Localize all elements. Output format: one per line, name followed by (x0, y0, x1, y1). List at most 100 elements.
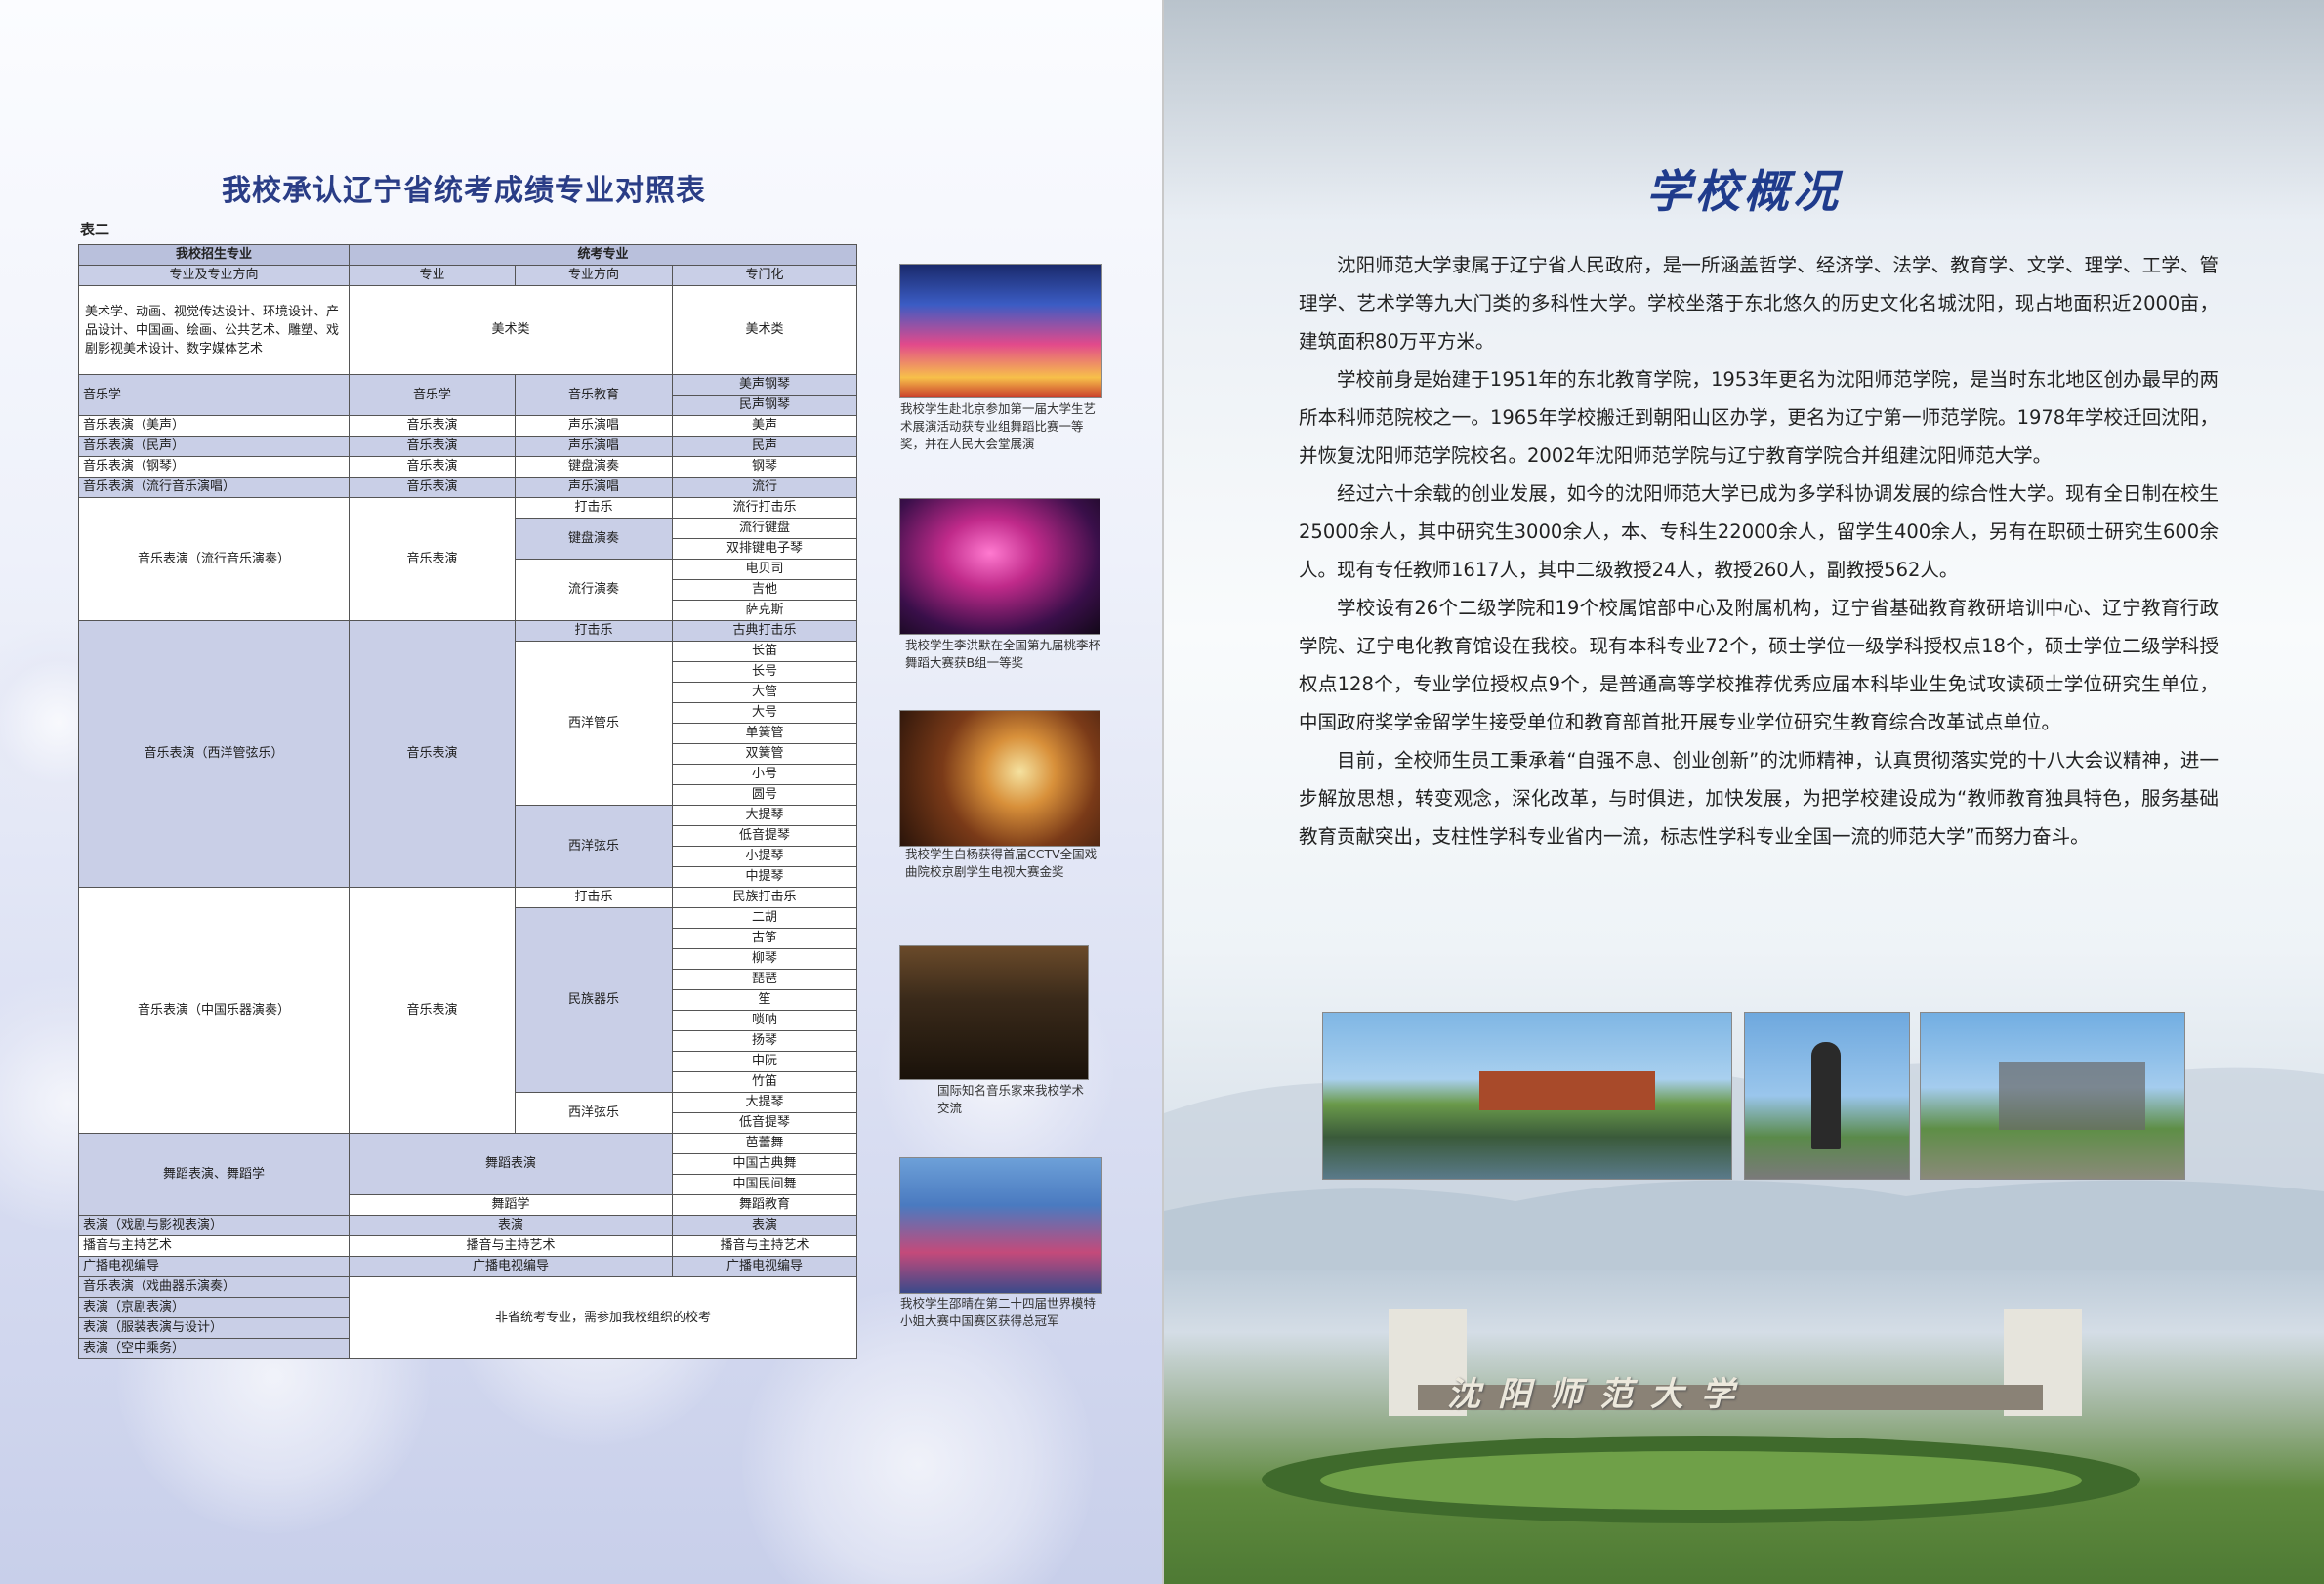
table-cell: 长号 (671, 661, 858, 683)
table-cell: 音乐表演 (349, 620, 516, 888)
table-cell: 双簧管 (671, 743, 858, 765)
table-cell: 长笛 (671, 641, 858, 662)
campus-gate-photo: 沈阳师范大学 (1164, 1270, 2324, 1584)
table-header-cell: 专业方向 (515, 265, 673, 286)
table-cell: 音乐表演 (349, 477, 516, 498)
intro-paragraph: 学校设有26个二级学院和19个校属馆部中心及附属机构，辽宁省基础教育教研培训中心… (1299, 597, 2219, 733)
table-cell: 播音与主持艺术 (349, 1235, 673, 1257)
table-cell: 民族器乐 (515, 907, 673, 1093)
dance-performance-photo (899, 498, 1100, 635)
table-cell: 流行打击乐 (671, 497, 858, 519)
table-cell: 单簧管 (671, 723, 858, 744)
table-cell: 表演（戏剧与影视表演） (78, 1215, 350, 1236)
table-cell: 美术学、动画、视觉传达设计、环境设计、产品设计、中国画、绘画、公共艺术、雕塑、戏… (78, 285, 350, 375)
table-cell: 西洋弦乐 (515, 805, 673, 888)
table-row: 舞蹈表演、舞蹈学 舞蹈表演 芭蕾舞 (78, 1133, 858, 1216)
table-cell: 中提琴 (671, 866, 858, 888)
table-cell: 古典打击乐 (671, 620, 858, 642)
photo-caption: 我校学生邵晴在第二十四届世界模特小姐大赛中国赛区获得总冠军 (900, 1296, 1097, 1328)
table-cell: 小号 (671, 764, 858, 785)
table-cell: 音乐表演（中国乐器演奏） (78, 887, 350, 1134)
model-contest-photo (899, 1157, 1102, 1294)
table-cell: 吉他 (671, 579, 858, 601)
left-page: 我校承认辽宁省统考成绩专业对照表 表二 我校招生专业 统考专业 专业及专业方向 … (0, 0, 1162, 1584)
table-cell: 表演（服装表演与设计） (78, 1317, 350, 1339)
intro-paragraph: 沈阳师范大学隶属于辽宁省人民政府，是一所涵盖哲学、经济学、法学、教育学、文学、理… (1299, 254, 2219, 353)
table-row: 音乐表演（美声） 音乐表演 声乐演唱 美声 (78, 415, 858, 437)
page-title: 学校概况 (1646, 165, 1842, 218)
table-row: 播音与主持艺术 播音与主持艺术 播音与主持艺术 (78, 1235, 858, 1257)
table-cell: 表演（京剧表演） (78, 1297, 350, 1318)
table-cell: 舞蹈表演 (349, 1133, 673, 1195)
table-cell: 音乐表演（流行音乐演奏） (78, 497, 350, 621)
table-header-cell: 我校招生专业 (78, 244, 350, 266)
table-cell: 舞蹈表演、舞蹈学 (78, 1133, 350, 1216)
table-header-cell: 专门化 (671, 265, 858, 286)
table-header-cell: 统考专业 (348, 244, 858, 266)
intro-text: 沈阳师范大学隶属于辽宁省人民政府，是一所涵盖哲学、经济学、法学、教育学、文学、理… (1299, 246, 2219, 855)
table-row: 广播电视编导 广播电视编导 广播电视编导 (78, 1256, 858, 1277)
photo-caption: 我校学生白杨获得首届CCTV全国戏曲院校京剧学生电视大赛金奖 (905, 847, 1098, 879)
photo-caption: 国际知名音乐家来我校学术交流 (937, 1083, 1085, 1115)
table-cell: 西洋管乐 (515, 641, 673, 806)
table-cell: 舞蹈教育 (671, 1194, 858, 1216)
table-cell: 流行演奏 (515, 559, 673, 621)
table-row: 音乐表演（中国乐器演奏） 音乐表演 打击乐 民族打击乐 (78, 887, 858, 1134)
table-cell: 流行键盘 (671, 518, 858, 539)
table-cell: 中国民间舞 (671, 1174, 858, 1195)
table-cell: 音乐表演（美声） (78, 415, 350, 437)
photo-caption: 我校学生李洪默在全国第九届桃李杯舞蹈大赛获B组一等奖 (905, 638, 1101, 670)
table-cell: 打击乐 (515, 497, 673, 519)
table-cell: 键盘演奏 (515, 518, 673, 560)
table-cell: 唢呐 (671, 1010, 858, 1031)
stage-performance-photo (899, 264, 1102, 398)
table-cell: 圆号 (671, 784, 858, 806)
table-row: 表演（戏剧与影视表演） 表演 表演 (78, 1215, 858, 1236)
table-cell: 钢琴 (671, 456, 858, 478)
table-cell: 键盘演奏 (515, 456, 673, 478)
table-cell: 打击乐 (515, 620, 673, 642)
table-row: 音乐表演（钢琴） 音乐表演 键盘演奏 钢琴 (78, 456, 858, 478)
table-cell: 表演 (671, 1215, 858, 1236)
table-cell: 音乐表演 (349, 497, 516, 621)
table-cell: 音乐学 (349, 374, 516, 416)
table-cell: 民声 (671, 436, 858, 457)
table-row: 音乐表演（民声） 音乐表演 声乐演唱 民声 (78, 436, 858, 457)
table-cell: 琵琶 (671, 969, 858, 990)
table-row: 音乐表演（流行音乐演唱） 音乐表演 声乐演唱 流行 (78, 477, 858, 498)
table-cell: 非省统考专业，需参加我校组织的校考 (348, 1276, 858, 1359)
table-cell: 低音提琴 (671, 1112, 858, 1134)
statue-photo (1744, 1012, 1910, 1180)
table-header-cell: 专业 (349, 265, 516, 286)
orchestra-photo (899, 945, 1089, 1080)
table-cell: 音乐表演 (349, 415, 516, 437)
table-cell: 扬琴 (671, 1030, 858, 1052)
intro-paragraph: 目前，全校师生员工秉承着“自强不息、创业创新”的沈师精神，认真贯彻落实党的十八大… (1299, 749, 2219, 848)
table-cell: 打击乐 (515, 887, 673, 908)
table-cell: 音乐表演（戏曲器乐演奏） (78, 1276, 350, 1298)
table-cell: 播音与主持艺术 (78, 1235, 350, 1257)
table-cell: 广播电视编导 (671, 1256, 858, 1277)
table-cell: 音乐表演（流行音乐演唱） (78, 477, 350, 498)
table-row: 美术学、动画、视觉传达设计、环境设计、产品设计、中国画、绘画、公共艺术、雕塑、戏… (78, 285, 858, 375)
right-page: 学校概况 沈阳师范大学隶属于辽宁省人民政府，是一所涵盖哲学、经济学、法学、教育学… (1164, 0, 2324, 1584)
table-cell: 大提琴 (671, 1092, 858, 1113)
table-cell: 美声钢琴 (671, 374, 858, 396)
table-cell: 声乐演唱 (515, 415, 673, 437)
campus-lake-photo (1322, 1012, 1732, 1180)
table-cell: 音乐表演 (349, 456, 516, 478)
table-cell: 美术类 (671, 285, 858, 375)
gate-sign-text: 沈阳师范大学 (1447, 1375, 1752, 1414)
table-cell: 中国古典舞 (671, 1153, 858, 1175)
table-cell: 广播电视编导 (78, 1256, 350, 1277)
intro-paragraph: 学校前身是始建于1951年的东北教育学院，1953年更名为沈阳师范学院，是当时东… (1299, 368, 2219, 467)
table-cell: 芭蕾舞 (671, 1133, 858, 1154)
table-cell: 小提琴 (671, 846, 858, 867)
table-cell: 西洋弦乐 (515, 1092, 673, 1134)
table-cell: 音乐表演 (349, 436, 516, 457)
table-cell: 民族打击乐 (671, 887, 858, 908)
table-cell: 大提琴 (671, 805, 858, 826)
table-cell: 笙 (671, 989, 858, 1011)
table-cell: 音乐表演（钢琴） (78, 456, 350, 478)
table-label: 表二 (80, 221, 110, 238)
